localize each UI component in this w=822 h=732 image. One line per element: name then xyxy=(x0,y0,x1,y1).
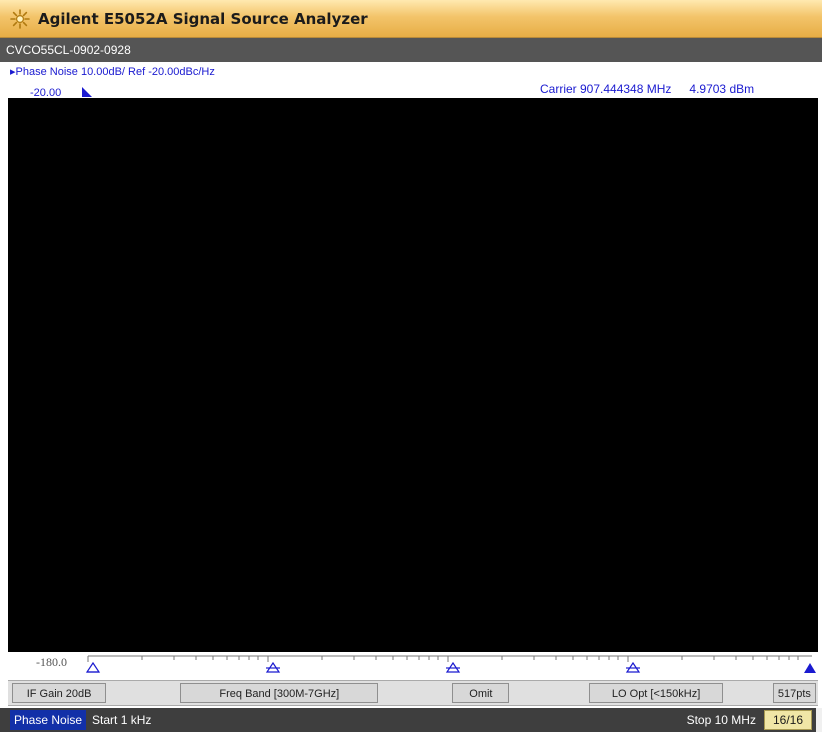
channel-label: CVCO55CL-0902-0928 xyxy=(6,43,131,57)
axis-ticks xyxy=(85,655,816,673)
stop-frequency[interactable]: Stop 10 MHz xyxy=(687,713,756,727)
points-button[interactable]: 517pts xyxy=(772,683,817,703)
reference-marker-icon xyxy=(82,87,92,97)
carrier-frequency: Carrier 907.444348 MHz xyxy=(540,82,672,96)
marker-1-icon xyxy=(85,661,101,673)
freq-band-button[interactable]: Freq Band [300M-7GHz] xyxy=(180,683,379,703)
measurement-badge[interactable]: Phase Noise xyxy=(10,710,87,730)
channel-title-bar: CVCO55CL-0902-0928 xyxy=(0,38,822,62)
x-axis-strip: -180.0 xyxy=(8,652,818,676)
trace-label[interactable]: ▸Phase Noise 10.00dB/ Ref -20.00dBc/Hz xyxy=(10,65,215,78)
active-marker-icon xyxy=(804,663,816,673)
plot-area[interactable] xyxy=(8,98,818,652)
trace-panel[interactable]: ▸Phase Noise 10.00dB/ Ref -20.00dBc/Hz -… xyxy=(8,62,818,652)
status-bar-edge xyxy=(816,708,822,732)
average-count: 16/16 xyxy=(763,710,812,730)
settings-bar: IF Gain 20dB Freq Band [300M-7GHz] Omit … xyxy=(8,680,818,706)
y-axis-top-value: -20.00 xyxy=(30,87,62,98)
status-bar: Phase Noise Start 1 kHz Stop 10 MHz 16/1… xyxy=(0,708,822,732)
sun-icon xyxy=(10,8,30,29)
carrier-readout: Carrier 907.444348 MHz 4.9703 dBm xyxy=(540,82,754,96)
start-frequency[interactable]: Start 1 kHz xyxy=(92,713,151,727)
carrier-power: 4.9703 dBm xyxy=(689,82,755,96)
omit-button[interactable]: Omit xyxy=(452,683,510,703)
lo-opt-button[interactable]: LO Opt [<150kHz] xyxy=(589,683,723,703)
title-bar: Agilent E5052A Signal Source Analyzer xyxy=(0,0,822,38)
if-gain-button[interactable]: IF Gain 20dB xyxy=(12,683,107,703)
window-title: Agilent E5052A Signal Source Analyzer xyxy=(38,9,368,28)
